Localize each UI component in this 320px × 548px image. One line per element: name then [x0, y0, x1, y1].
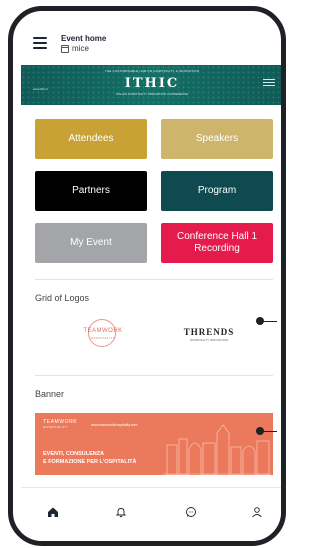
tile-my-event[interactable]: My Event: [35, 223, 147, 263]
callout-line: [262, 431, 277, 432]
teamwork-logo-name: TEAMWORK: [83, 328, 123, 334]
banner-section-title: Banner: [35, 389, 65, 399]
promo-url: www.teamworkhospitality.com: [91, 423, 138, 427]
cityscape-illustration: [163, 424, 271, 475]
menu-icon[interactable]: [33, 37, 47, 49]
divider: [35, 279, 273, 280]
event-hero-banner[interactable]: THE CUSTOMISABLE HUB ON HOSPITALITY & IN…: [21, 65, 281, 105]
event-name-label: mice: [72, 44, 89, 53]
tile-attendees[interactable]: Attendees: [35, 119, 147, 159]
phone-frame: Event home mice THE CUSTOMISABLE HUB ON …: [8, 6, 286, 546]
user-icon[interactable]: [247, 502, 267, 522]
tile-partners[interactable]: Partners: [35, 171, 147, 211]
promo-banner[interactable]: TEAMWORK HOSPITALITY www.teamworkhospita…: [35, 413, 273, 475]
promo-headline-1: EVENTI, CONSULENZA: [43, 451, 105, 457]
page-title: Event home: [61, 34, 107, 43]
promo-brand-sub: HOSPITALITY: [43, 425, 68, 429]
bell-icon[interactable]: [111, 502, 131, 522]
promo-headline-2: E FORMAZIONE PER L'OSPITALITÀ: [43, 459, 137, 465]
chat-icon[interactable]: [181, 502, 201, 522]
home-icon[interactable]: [43, 502, 63, 522]
tile-conference-hall-recording[interactable]: Conference Hall 1 Recording: [161, 223, 273, 263]
app-header: Event home mice: [33, 27, 273, 57]
callout-line: [262, 321, 277, 322]
hero-website: www.ithic.it: [33, 87, 48, 91]
logos-section-title: Grid of Logos: [35, 293, 90, 303]
tile-program[interactable]: Program: [161, 171, 273, 211]
tile-speakers[interactable]: Speakers: [161, 119, 273, 159]
hero-sponsor-mark: [263, 79, 275, 89]
thrends-logo-sub: HOSPITALITY INNOVATION: [189, 338, 229, 342]
divider: [35, 375, 273, 376]
teamwork-logo-sub: HOSPITALITY: [90, 336, 116, 340]
callout-dot: [256, 317, 264, 325]
app-screen: Event home mice THE CUSTOMISABLE HUB ON …: [21, 15, 281, 541]
hero-logo-subtitle: ITALIAN HOSPITALITY INNOVATION CONFERENC…: [115, 92, 189, 96]
thrends-logo[interactable]: THRENDS HOSPITALITY INNOVATION: [179, 315, 239, 355]
hero-tagline: THE CUSTOMISABLE HUB ON HOSPITALITY & IN…: [104, 69, 200, 73]
calendar-icon: [61, 44, 69, 53]
event-name: mice: [61, 44, 89, 53]
hero-logo: ITHIC: [124, 76, 180, 91]
thrends-logo-name: THRENDS: [183, 327, 235, 337]
callout-dot: [256, 427, 264, 435]
teamwork-logo[interactable]: TEAMWORK HOSPITALITY: [73, 315, 133, 355]
bottom-nav: [21, 487, 281, 541]
